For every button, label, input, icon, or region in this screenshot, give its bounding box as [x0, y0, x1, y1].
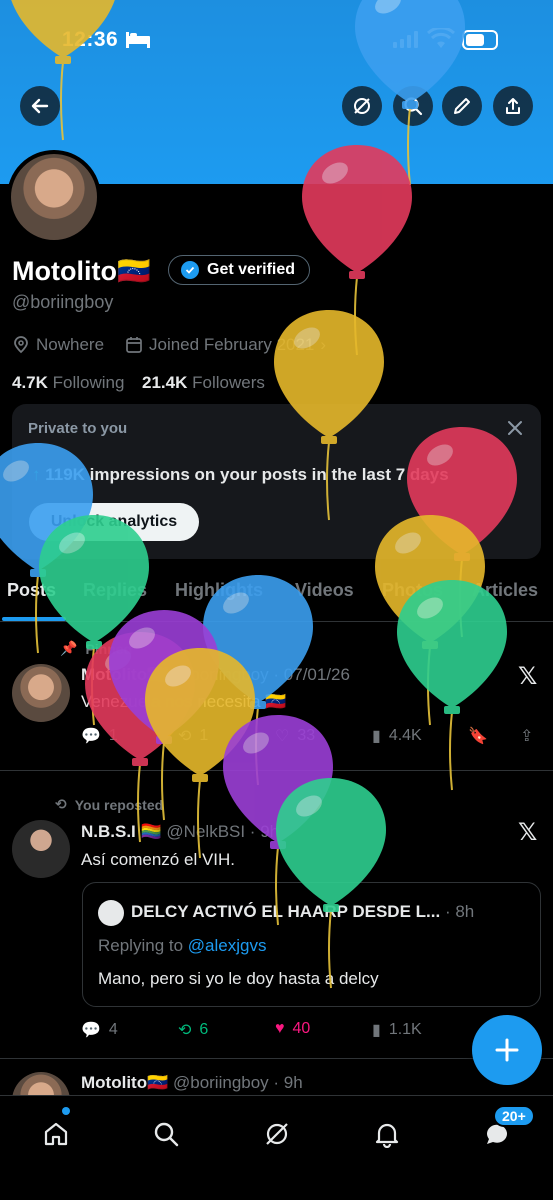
like-button[interactable]: ♡ 33 [275, 726, 315, 746]
nav-notifications[interactable] [367, 1114, 407, 1154]
share-button[interactable] [493, 86, 533, 126]
grok-icon [266, 1123, 288, 1145]
following-link[interactable]: 4.7K Following [12, 373, 124, 393]
repost-icon: ⟲ [55, 796, 67, 812]
reply-icon: 💬 [81, 728, 101, 745]
back-button[interactable] [20, 86, 60, 126]
profile-handle: @boriingboy [12, 292, 114, 312]
bell-icon [375, 1123, 399, 1148]
repost-icon: ⟲ [178, 728, 192, 745]
reply-icon: 💬 [81, 1022, 101, 1039]
unlock-analytics-button[interactable]: Unlock analytics [29, 503, 199, 541]
analytics-card-title: Private to you [28, 420, 128, 437]
cellular-signal-icon [393, 30, 418, 48]
sleep-mode-icon [126, 32, 150, 48]
quote-replying: Replying to @alexjgvs [98, 936, 267, 955]
chevron-right-icon: › [320, 335, 327, 354]
followers-link[interactable]: 21.4K Followers [142, 373, 265, 393]
edit-button[interactable] [442, 86, 482, 126]
get-verified-button[interactable]: Get verified [168, 255, 311, 285]
views-button[interactable]: ▮ 1.1K [372, 1020, 422, 1040]
divider [0, 1058, 553, 1059]
messages-badge: 20+ [493, 1105, 535, 1127]
quote-title: DELCY ACTIVÓ EL HAARP DESDE L... · 8h [131, 902, 475, 921]
views-icon: ▮ [372, 728, 381, 745]
reply-button[interactable]: 💬 1 [81, 726, 118, 746]
tab-highlights[interactable]: Highlights [175, 580, 263, 601]
quote-avatar [98, 900, 124, 926]
compose-button[interactable] [472, 1015, 542, 1085]
repost-button[interactable]: ⟲ 1 [178, 726, 208, 746]
profile-tabs: Posts Replies Highlights Videos Photos A… [0, 580, 553, 622]
tab-videos[interactable]: Videos [295, 580, 354, 601]
tab-posts[interactable]: Posts [7, 580, 56, 601]
post-header: Motolito🇻🇪 @boriingboy · 9h [81, 1073, 303, 1092]
share-icon [506, 98, 520, 114]
post-avatar[interactable] [12, 664, 70, 722]
quote-text: Mano, pero si yo le doy hasta a delcy [98, 969, 379, 988]
post-avatar[interactable] [12, 820, 70, 878]
nav-search[interactable] [146, 1114, 186, 1154]
search-button[interactable] [393, 86, 433, 126]
share-post-button[interactable]: ⇪ [520, 726, 533, 746]
arrow-left-icon [31, 98, 49, 114]
heart-icon: ♡ [275, 728, 290, 745]
mention-link[interactable]: @alexjgvs [188, 936, 267, 955]
repost-button[interactable]: ⟲ 6 [178, 1020, 208, 1040]
close-icon[interactable] [505, 418, 525, 438]
views-icon: ▮ [372, 1022, 381, 1039]
calendar-icon [126, 337, 142, 353]
post-text: Así comenzó el VIH. [81, 850, 236, 869]
plus-icon [495, 1038, 519, 1062]
x-logo-icon[interactable]: 𝕏 [518, 662, 537, 691]
tab-photos[interactable]: Photos [382, 580, 443, 601]
get-verified-label: Get verified [207, 261, 296, 278]
views-button[interactable]: ▮ 4.4K [372, 726, 422, 746]
bottom-nav [0, 1095, 553, 1200]
share-icon: ⇪ [520, 728, 534, 745]
profile-avatar[interactable] [7, 150, 101, 244]
post-header: N.B.S.I 🏳️‍🌈 @NelkBSI · 9h [81, 822, 280, 841]
trend-up-icon: ↑ [32, 465, 46, 484]
home-notification-dot [62, 1107, 70, 1115]
grok-icon [354, 98, 370, 114]
profile-location: Nowhere [12, 335, 104, 355]
location-pin-icon [14, 336, 28, 354]
repost-label: ⟲ You reposted [55, 796, 164, 813]
post-text: Venezuela nos necesita 🇻🇪 [81, 692, 287, 711]
impressions-text: ↑ 119K impressions on your posts in the … [32, 465, 449, 484]
home-icon [44, 1122, 68, 1146]
battery-icon [462, 30, 498, 50]
x-logo-icon[interactable]: 𝕏 [518, 818, 537, 847]
post-header: Motolito🇻🇪 @boriingboy · 07/01/26 [81, 665, 350, 684]
like-button[interactable]: ♥ 40 [275, 1020, 310, 1038]
profile-joined: Joined February 2021 › [125, 335, 326, 355]
tab-articles[interactable]: Articles [472, 580, 538, 601]
nav-home[interactable] [36, 1114, 76, 1154]
search-icon [404, 97, 423, 116]
pin-icon: 📌 [60, 640, 78, 656]
tab-indicator [2, 617, 66, 621]
bookmark-icon: 🔖 [468, 728, 488, 745]
search-icon [154, 1122, 179, 1147]
nav-grok[interactable] [257, 1114, 297, 1154]
tab-replies[interactable]: Replies [83, 580, 147, 601]
divider [0, 770, 553, 771]
wifi-icon [427, 28, 455, 48]
status-time: 12:36 [62, 28, 119, 51]
verified-badge-icon [181, 261, 199, 279]
repost-icon: ⟲ [178, 1022, 192, 1039]
reply-button[interactable]: 💬 4 [81, 1020, 118, 1040]
grok-button[interactable] [342, 86, 382, 126]
profile-name: Motolito🇻🇪 [12, 256, 151, 286]
pencil-icon [454, 98, 470, 114]
bookmark-button[interactable]: 🔖 [468, 726, 488, 746]
pinned-label: 📌 Pinned [60, 640, 133, 657]
heart-filled-icon: ♥ [275, 1020, 285, 1037]
